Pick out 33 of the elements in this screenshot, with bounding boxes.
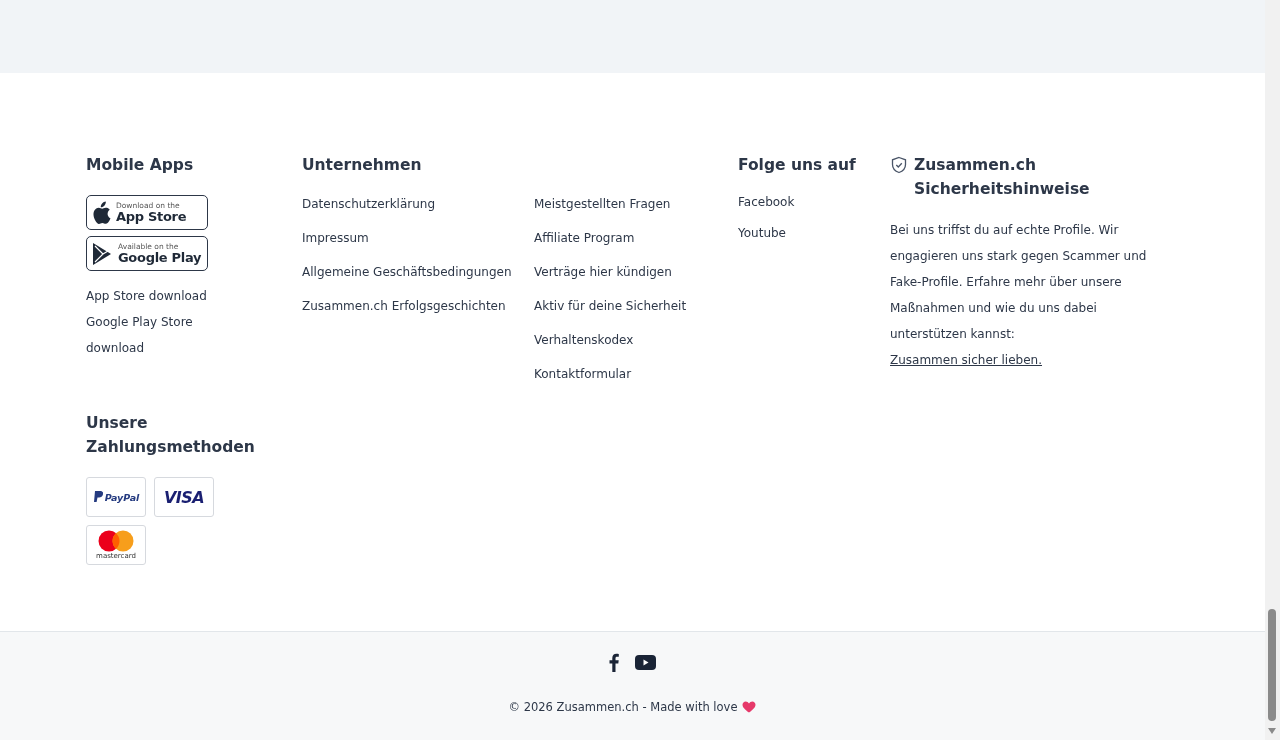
paypal-logo: PayPal (86, 477, 146, 517)
copyright-text: © 2026 Zusammen.ch - Made with love (508, 700, 738, 714)
circles-icon (98, 530, 134, 552)
safety-paragraph: Bei uns triffst du auf echte Profile. Wir engagieren uns stark gegen Scammer und Fake-Profile. Erfahre mehr über unsere Maßnahmen und wie du uns dabei unterstützen kannst: Zusammen sicher lieben. (890, 222, 1148, 369)
visa-logo: VISA (154, 477, 214, 517)
footer-link[interactable]: Kontaktformular (534, 357, 687, 391)
footer-link[interactable]: App Store download (86, 283, 226, 309)
facebook-icon[interactable] (609, 652, 619, 672)
footer-link[interactable]: Impressum (302, 221, 534, 255)
scrollbar[interactable] (1265, 0, 1280, 740)
footer-link[interactable]: Facebook (738, 187, 890, 218)
youtube-icon[interactable] (635, 654, 656, 670)
footer-link[interactable]: Affiliate Program (534, 221, 687, 255)
footer-link[interactable]: Zusammen.ch Erfolgsgeschichten (302, 289, 534, 323)
footer-link[interactable]: Meistgestellten Fragen (534, 187, 687, 221)
footer-link[interactable]: Aktiv für deine Sicherheit (534, 289, 687, 323)
footer-link[interactable]: Datenschutzerklärung (302, 187, 534, 221)
footer-link[interactable]: Allgemeine Geschäftsbedingungen (302, 255, 534, 289)
safety-link[interactable]: Zusammen sicher lieben. (890, 353, 1042, 367)
apple-icon (91, 200, 111, 225)
footer-link[interactable]: Verhaltenskodex (534, 323, 687, 357)
heart-icon (742, 701, 757, 713)
section-heading: Folge uns auf (738, 155, 857, 176)
footer-link[interactable]: Youtube (738, 218, 890, 249)
section-heading: Zusammen.ch Sicherheitshinweise (914, 155, 1091, 200)
shield-icon (890, 156, 908, 174)
section-heading: Unternehmen (302, 155, 423, 176)
section-heading: Mobile Apps (86, 155, 195, 176)
footer-link[interactable]: Verträge hier kündigen (534, 255, 687, 289)
paypal-icon (92, 491, 103, 503)
footer-link[interactable]: Google Play Store download (86, 309, 226, 361)
play-icon (91, 241, 113, 266)
section-heading: Unsere Zahlungsmethoden (86, 413, 256, 458)
